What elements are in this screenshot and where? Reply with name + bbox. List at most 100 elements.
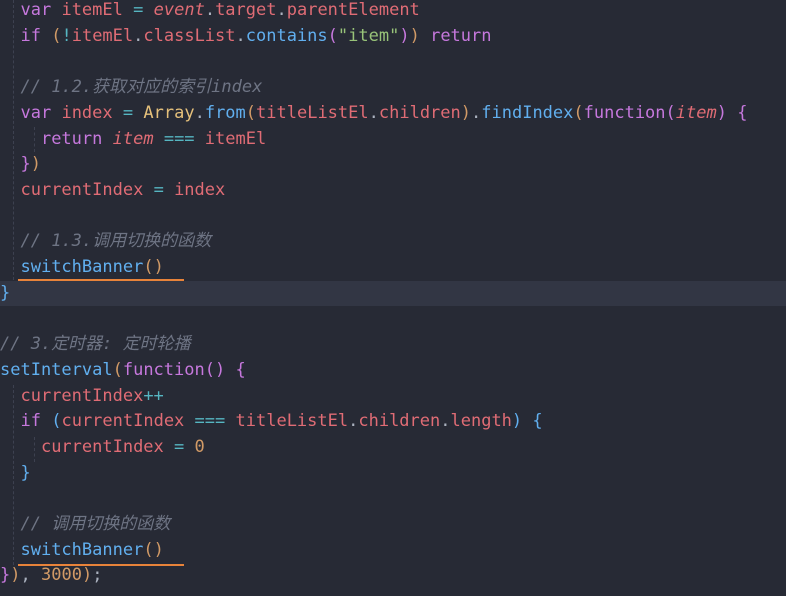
code-token: . <box>368 102 379 123</box>
code-token: // 调用切换的函数 <box>20 514 171 534</box>
code-line[interactable]: currentIndex = index <box>0 178 786 204</box>
code-token: ( <box>245 102 257 123</box>
code-token: ) <box>409 25 420 46</box>
code-line[interactable]: }), 3000); <box>0 563 786 589</box>
code-token: titleListEl <box>235 411 349 432</box>
code-token: = <box>122 102 134 123</box>
code-line[interactable]: switchBanner() <box>0 538 786 564</box>
code-line[interactable]: var itemEl = event.target.parentElement <box>0 0 786 24</box>
code-token: target <box>215 0 277 20</box>
code-token: ) <box>153 539 164 560</box>
code-line[interactable] <box>0 306 786 332</box>
code-token: ) <box>214 359 226 380</box>
code-line[interactable] <box>0 49 786 75</box>
indent-guide <box>13 0 14 280</box>
code-token: } <box>0 565 11 586</box>
code-token: ) <box>153 257 164 277</box>
code-line[interactable]: } <box>0 280 786 307</box>
code-token: itemEl <box>71 25 134 46</box>
code-token: ( <box>143 539 154 560</box>
code-line[interactable]: // 调用切换的函数 <box>0 512 786 538</box>
code-token: ) <box>81 565 93 586</box>
code-line[interactable]: switchBanner() <box>0 255 786 281</box>
code-token: ! <box>61 25 72 46</box>
code-token: === <box>194 411 226 432</box>
code-token: classList <box>143 25 236 46</box>
code-token: . <box>204 0 216 20</box>
indent-guide <box>13 385 14 565</box>
code-token: var <box>20 0 52 20</box>
code-token: { <box>235 359 246 380</box>
code-token: ++ <box>143 385 164 406</box>
code-token: return <box>430 25 492 46</box>
code-token: ( <box>204 359 215 380</box>
code-token: findIndex <box>481 102 574 123</box>
code-token: var <box>20 102 52 123</box>
code-token: // 1.3.调用切换的函数 <box>20 231 212 252</box>
code-line[interactable]: // 1.2.获取对应的索引index <box>0 75 786 101</box>
code-token: ) <box>716 102 727 123</box>
code-token: 3000 <box>40 565 82 586</box>
code-token: currentIndex <box>61 411 185 432</box>
code-token: from <box>204 102 246 123</box>
indent-guide <box>34 437 35 462</box>
code-token: index <box>61 102 113 123</box>
code-line[interactable]: return item === itemEl <box>0 127 786 153</box>
code-token: { <box>532 411 543 432</box>
code-line[interactable] <box>0 486 786 512</box>
code-token: . <box>276 0 287 20</box>
code-token: function <box>583 102 666 123</box>
code-line[interactable]: if (currentIndex === titleListEl.childre… <box>0 409 786 435</box>
code-token: ( <box>573 102 584 123</box>
code-token: . <box>235 25 246 46</box>
code-token: // 1.2.获取对应的索引index <box>20 77 263 98</box>
code-token: currentIndex <box>20 179 144 200</box>
code-token: } <box>0 282 11 303</box>
code-line[interactable]: } <box>0 461 786 487</box>
code-line[interactable]: if (!itemEl.classList.contains("item")) … <box>0 24 786 50</box>
code-token: = <box>153 179 164 200</box>
code-token: item <box>112 128 154 149</box>
code-line[interactable]: currentIndex = 0 <box>0 435 786 461</box>
code-token: itemEl <box>204 128 267 149</box>
code-token: ) <box>460 102 472 123</box>
code-line[interactable] <box>0 204 786 230</box>
code-token: index <box>174 179 226 200</box>
code-token: . <box>133 25 144 46</box>
code-token: ( <box>327 25 338 46</box>
code-token: Array <box>143 102 195 123</box>
code-line[interactable]: // 1.3.调用切换的函数 <box>0 229 786 255</box>
code-line[interactable]: // 3.定时器: 定时轮播 <box>0 332 786 358</box>
code-token: === <box>163 128 195 149</box>
code-token: 0 <box>194 436 205 457</box>
code-editor[interactable]: var itemEl = event.target.parentElement … <box>0 0 786 596</box>
code-line[interactable]: var index = Array.from(titleListEl.child… <box>0 101 786 127</box>
code-line[interactable]: }) <box>0 152 786 178</box>
code-token: { <box>737 102 748 123</box>
code-token: children <box>378 102 461 123</box>
code-token: currentIndex <box>20 385 144 406</box>
code-token: event <box>153 0 205 20</box>
code-token: return <box>40 128 103 149</box>
code-token: ) <box>399 25 410 46</box>
code-line[interactable]: setInterval(function() { <box>0 358 786 384</box>
code-line[interactable]: currentIndex++ <box>0 384 786 410</box>
code-token: . <box>471 102 482 123</box>
code-token: . <box>348 411 359 432</box>
